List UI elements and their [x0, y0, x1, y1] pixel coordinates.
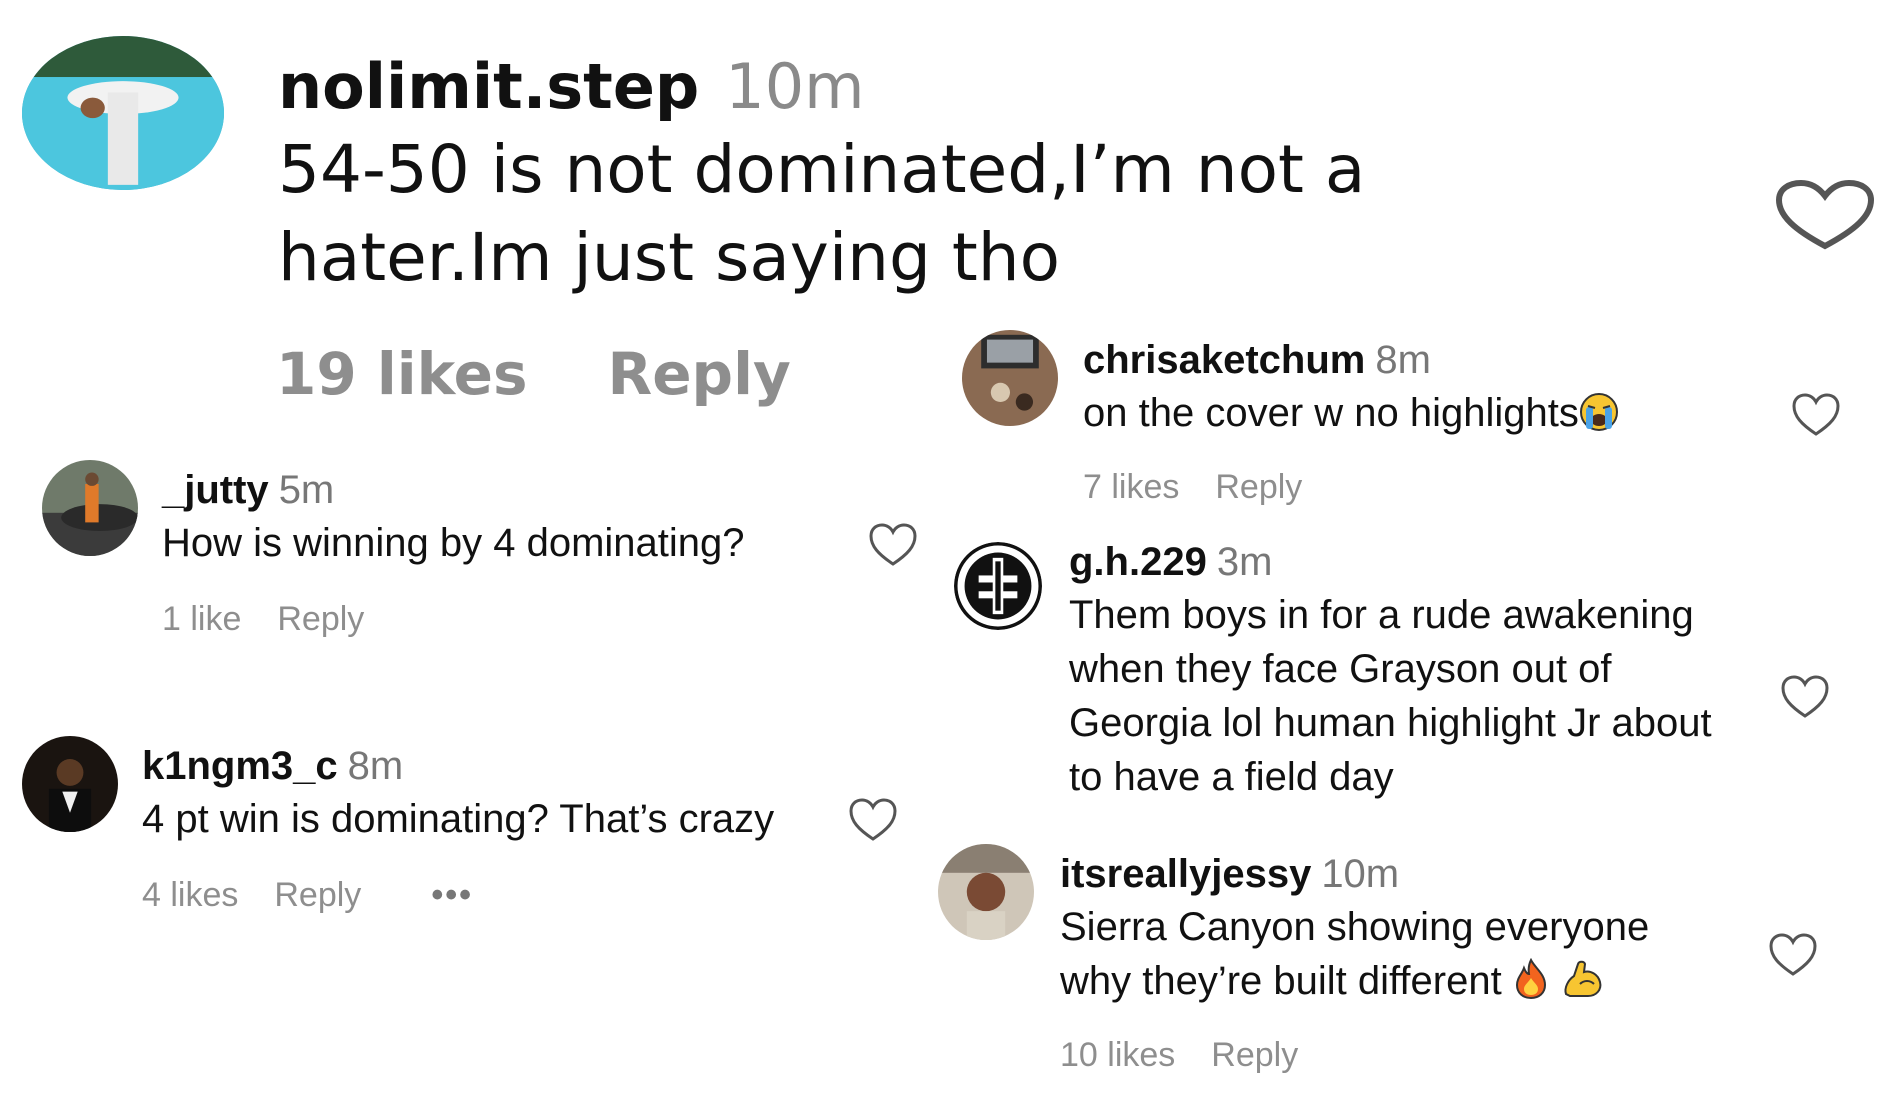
comment-text-block: chrisaketchum 8m on the cover w no highli… — [1083, 334, 1803, 440]
comment-text-block: nolimit.step 10m 54-50 is not dominated,I… — [278, 48, 1598, 302]
comment-text-block: k1ngm3_c 8m 4 pt win is dominating? That’… — [142, 740, 862, 846]
comment-body: How is winning by 4 dominating? — [162, 521, 745, 565]
username[interactable]: k1ngm3_c — [142, 744, 338, 788]
timestamp: 8m — [1375, 338, 1431, 382]
comment-line: why they’re built different — [1060, 954, 1780, 1008]
username[interactable]: itsreallyjessy — [1060, 852, 1311, 896]
comment-actions: 1 like Reply — [162, 600, 364, 639]
more-options-icon[interactable]: ••• — [431, 876, 473, 914]
comment-body: 54-50 is not dominated,I’m not a hater.I… — [278, 126, 1598, 302]
reply-button[interactable]: Reply — [274, 876, 361, 914]
comment-line: Them boys in for a rude awakening — [1069, 593, 1694, 637]
comment-line: Sierra Canyon showing everyone — [1060, 905, 1650, 949]
comment-header: _jutty 5m — [162, 464, 862, 516]
likes-count[interactable]: 19 likes — [276, 340, 528, 408]
comment-actions: 7 likes Reply — [1083, 468, 1302, 507]
comment-line: to have a field day — [1069, 755, 1394, 799]
username[interactable]: chrisaketchum — [1083, 338, 1365, 382]
timestamp: 10m — [725, 50, 865, 123]
heart-icon[interactable] — [1775, 180, 1875, 250]
likes-count[interactable]: 1 like — [162, 600, 241, 638]
comment-body: Them boys in for a rude awakening when t… — [1069, 588, 1789, 804]
avatar[interactable] — [22, 36, 224, 190]
comment-text: why they’re built different — [1060, 959, 1502, 1003]
username[interactable]: _jutty — [162, 468, 269, 512]
likes-count[interactable]: 7 likes — [1083, 468, 1179, 506]
heart-icon[interactable] — [1780, 674, 1830, 720]
avatar[interactable] — [962, 330, 1058, 426]
reply-button[interactable]: Reply — [1215, 468, 1302, 506]
reply-button[interactable]: Reply — [277, 600, 364, 638]
reply-button[interactable]: Reply — [608, 340, 791, 408]
flexed-biceps-emoji — [1564, 960, 1602, 997]
likes-count[interactable]: 4 likes — [142, 876, 238, 914]
loudly-crying-face-emoji — [1579, 393, 1618, 431]
likes-count[interactable]: 10 likes — [1060, 1036, 1175, 1074]
comment-text-block: _jutty 5m How is winning by 4 dominating? — [162, 464, 862, 570]
fire-emoji — [1515, 958, 1546, 1000]
comment-header: nolimit.step 10m — [278, 48, 1598, 126]
avatar[interactable] — [22, 736, 118, 832]
comment-actions: 4 likes Reply ••• — [142, 876, 473, 915]
comment-text: on the cover w no highlights — [1083, 391, 1579, 435]
comment-actions: 19 likes Reply — [276, 340, 791, 408]
heart-icon[interactable] — [1768, 932, 1818, 978]
heart-icon[interactable] — [868, 522, 918, 568]
timestamp: 10m — [1321, 852, 1400, 896]
heart-icon[interactable] — [848, 797, 898, 843]
comment-body: on the cover w no highlights — [1083, 386, 1803, 440]
username[interactable]: g.h.229 — [1069, 540, 1207, 584]
comment-line: 54-50 is not dominated,I’m not a — [278, 131, 1366, 208]
username[interactable]: nolimit.step — [278, 50, 699, 123]
comment-actions: 10 likes Reply — [1060, 1036, 1298, 1075]
comment-line: when they face Grayson out of — [1069, 647, 1612, 691]
avatar[interactable] — [938, 844, 1034, 940]
comment-body: Sierra Canyon showing everyone why they’… — [1060, 900, 1780, 1008]
comment-header: k1ngm3_c 8m — [142, 740, 862, 792]
reply-button[interactable]: Reply — [1211, 1036, 1298, 1074]
comment-header: g.h.229 3m — [1069, 536, 1789, 588]
heart-icon[interactable] — [1791, 392, 1841, 438]
comment-text-block: g.h.229 3m Them boys in for a rude awaken… — [1069, 536, 1789, 804]
avatar[interactable] — [954, 542, 1042, 630]
comment-text-block: itsreallyjessy 10m Sierra Canyon showing … — [1060, 848, 1780, 1008]
avatar[interactable] — [42, 460, 138, 556]
comment-line: hater.Im just saying tho — [278, 219, 1060, 296]
timestamp: 3m — [1216, 540, 1273, 584]
timestamp: 8m — [347, 744, 404, 788]
comment-header: itsreallyjessy 10m — [1060, 848, 1780, 900]
comment-header: chrisaketchum 8m — [1083, 334, 1803, 386]
comment-body: 4 pt win is dominating? That’s crazy — [142, 797, 775, 841]
timestamp: 5m — [278, 468, 335, 512]
comment-line: Georgia lol human highlight Jr about — [1069, 701, 1712, 745]
